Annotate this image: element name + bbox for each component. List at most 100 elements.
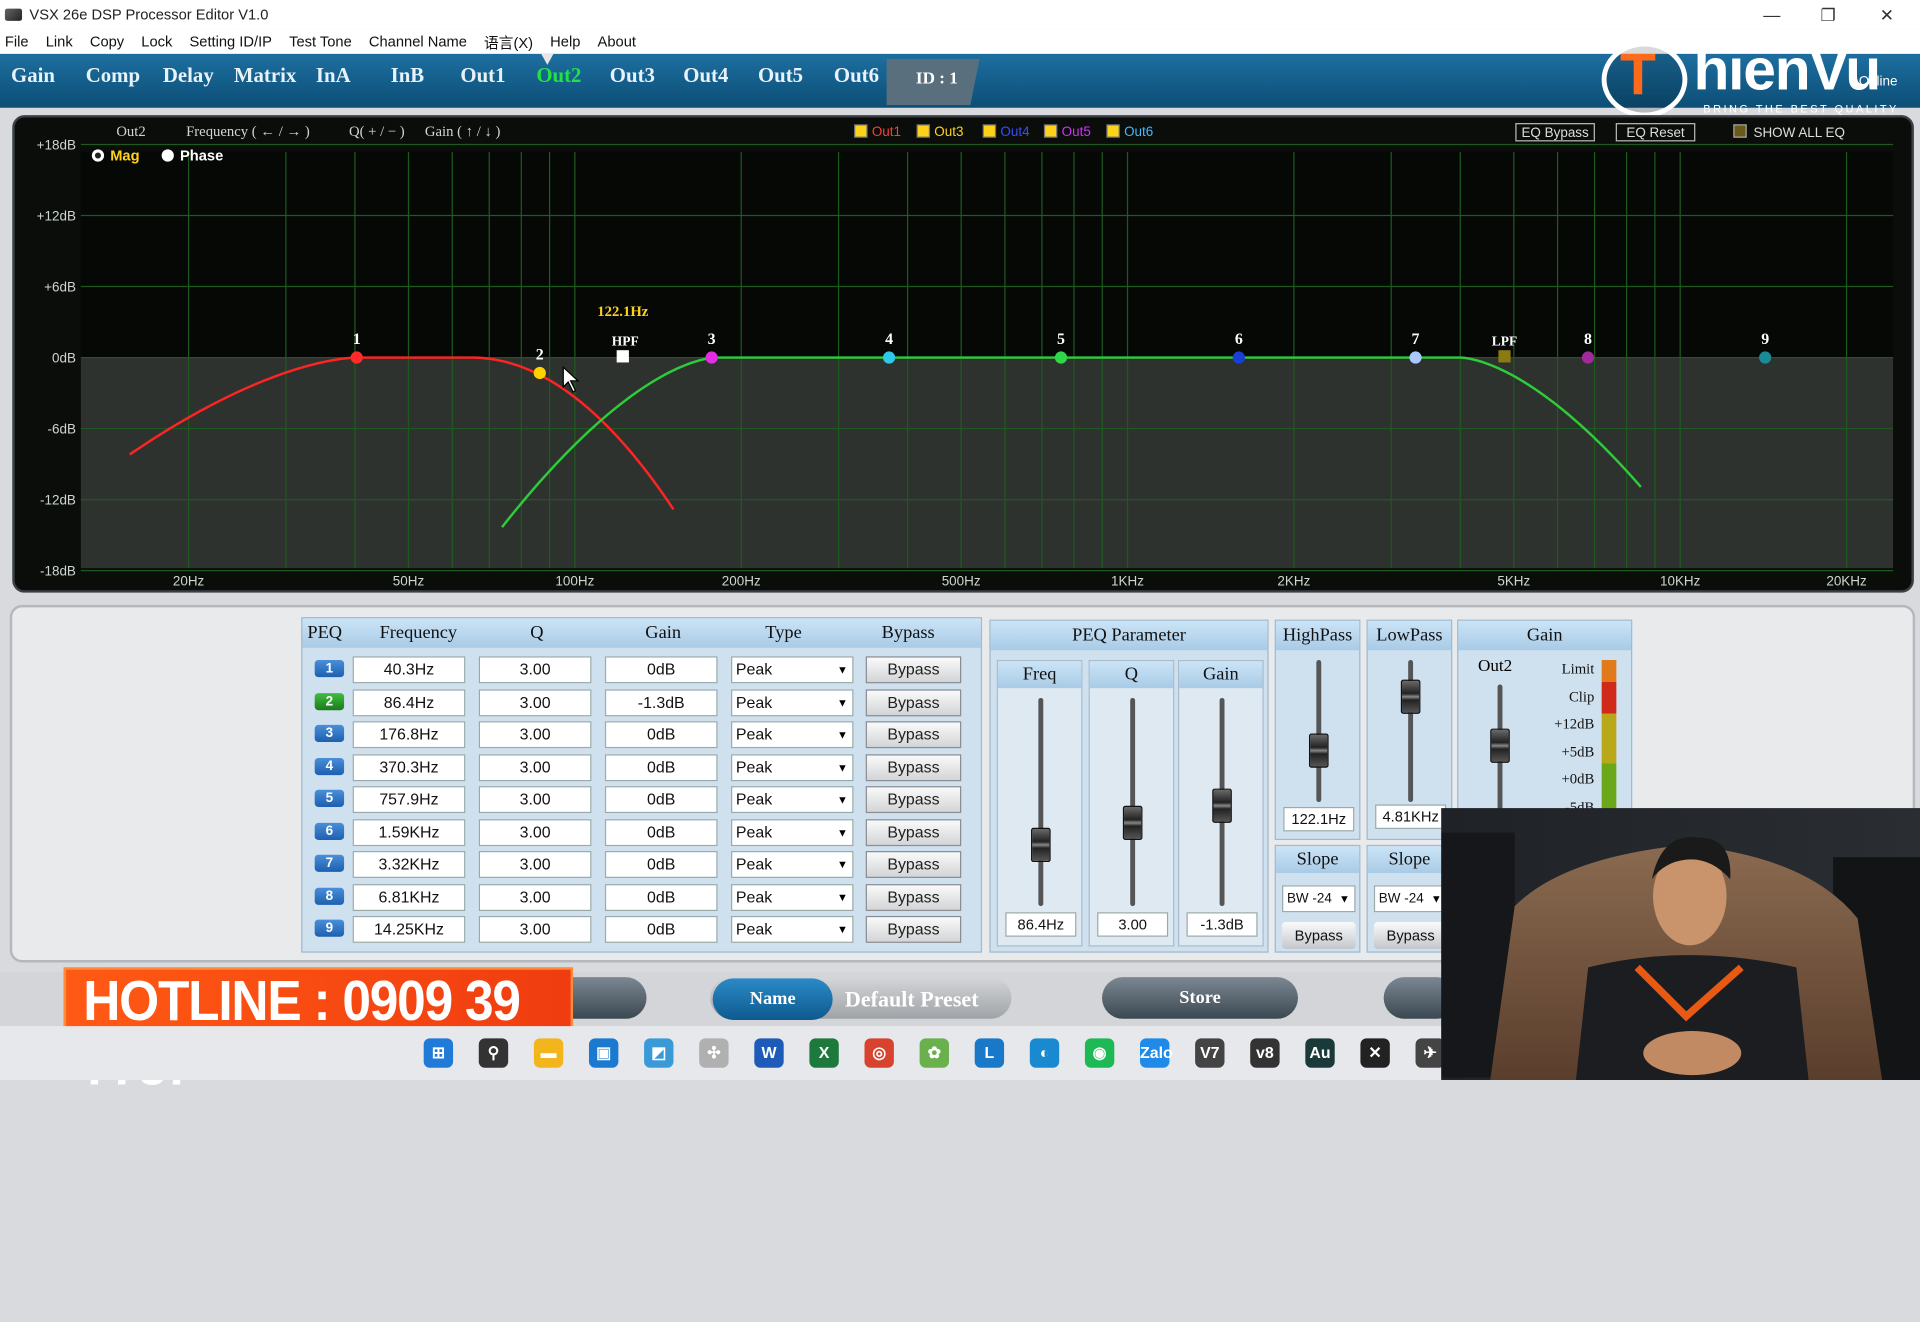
peq-frequency-field[interactable]: 1.59KHz: [352, 818, 466, 846]
audition-icon[interactable]: Au: [1305, 1038, 1335, 1068]
eq-response-graph[interactable]: +18dB +12dB +6dB 0dB -6dB -12dB -18dB 20Hz 50Hz 1…: [12, 115, 1914, 593]
windows-start-icon[interactable]: ⊞: [423, 1038, 454, 1068]
peq-gain-field[interactable]: 0dB: [604, 818, 718, 846]
tab-out3[interactable]: Out3: [610, 64, 655, 88]
peq-gain-field[interactable]: 0dB: [604, 851, 718, 878]
peq-frequency-field[interactable]: 14.25KHz: [352, 915, 466, 943]
peq-frequency-field[interactable]: 86.4Hz: [352, 688, 466, 716]
eq-point-5[interactable]: [1054, 351, 1068, 364]
peq-q-field[interactable]: 3.00: [478, 656, 592, 684]
eq-point-7[interactable]: [1409, 351, 1422, 364]
menu-item-0[interactable]: File: [5, 33, 29, 50]
eq-point-6[interactable]: [1232, 351, 1245, 364]
peq-gain-field[interactable]: -1.3dB: [604, 688, 718, 716]
menu-item-9[interactable]: About: [598, 33, 636, 50]
highpass-fader-knob[interactable]: [1308, 733, 1329, 768]
peq-bypass-button[interactable]: Bypass: [865, 753, 962, 781]
freq-fader-knob[interactable]: [1031, 827, 1051, 863]
peq-gain-field[interactable]: 0dB: [604, 915, 718, 943]
edge-icon[interactable]: ◐: [1029, 1038, 1060, 1068]
tab-inb[interactable]: InB: [391, 64, 425, 88]
peq-type-select[interactable]: Peak ▼: [731, 818, 854, 846]
tab-delay[interactable]: Delay: [163, 64, 214, 88]
peq-type-select[interactable]: Peak ▼: [731, 915, 854, 943]
tab-comp[interactable]: Comp: [86, 64, 140, 88]
peq-type-select[interactable]: Peak ▼: [731, 688, 854, 716]
peq-band-button[interactable]: 9: [314, 919, 345, 937]
store-button[interactable]: Store: [1102, 977, 1298, 1019]
eq-point-2[interactable]: [533, 366, 546, 380]
peq-band-button[interactable]: 7: [314, 854, 345, 872]
peq-type-select[interactable]: Peak ▼: [731, 753, 854, 781]
tab-out1[interactable]: Out1: [460, 64, 505, 88]
zalo-icon[interactable]: Zalo: [1140, 1038, 1173, 1068]
peq-bypass-button[interactable]: Bypass: [865, 883, 962, 911]
peq-band-button[interactable]: 1: [314, 660, 345, 678]
peq-bypass-button[interactable]: Bypass: [865, 786, 962, 814]
output-checkbox[interactable]: [1043, 124, 1058, 138]
excel-icon[interactable]: X: [809, 1038, 839, 1068]
menu-item-4[interactable]: Setting ID/IP: [189, 33, 272, 50]
v8-icon[interactable]: v8: [1250, 1038, 1280, 1068]
peq-bypass-button[interactable]: Bypass: [865, 721, 962, 749]
chrome-icon[interactable]: ◎: [864, 1038, 894, 1068]
q-value[interactable]: 3.00: [1097, 912, 1169, 937]
output-checkbox[interactable]: [916, 124, 931, 138]
peq-type-select[interactable]: Peak ▼: [731, 883, 854, 911]
eq-point-8[interactable]: [1581, 351, 1595, 364]
output-checkbox[interactable]: [1106, 124, 1120, 138]
highpass-value[interactable]: 122.1Hz: [1283, 806, 1355, 832]
peq-q-field[interactable]: 3.00: [478, 915, 592, 943]
output-checkbox[interactable]: [982, 124, 997, 138]
store-icon[interactable]: ▣: [588, 1038, 619, 1068]
menu-item-7[interactable]: 语言(X): [484, 31, 533, 52]
eq-reset-button[interactable]: EQ Reset: [1626, 125, 1685, 140]
lowpass-bypass-button[interactable]: Bypass: [1373, 922, 1448, 949]
lowpass-slope-select[interactable]: BW -24 ▼: [1373, 885, 1448, 913]
photos-icon[interactable]: ◩: [644, 1038, 674, 1068]
peq-q-field[interactable]: 3.00: [478, 851, 592, 878]
peq-frequency-field[interactable]: 370.3Hz: [352, 753, 466, 781]
peq-gain-field[interactable]: 0dB: [604, 786, 718, 814]
eq-point-1[interactable]: [350, 351, 363, 364]
peq-q-field[interactable]: 3.00: [478, 753, 592, 781]
eq-bypass-button[interactable]: EQ Bypass: [1521, 125, 1589, 140]
tab-out5[interactable]: Out5: [758, 64, 803, 88]
menu-item-6[interactable]: Channel Name: [369, 33, 467, 50]
app-green-icon[interactable]: ✿: [919, 1038, 949, 1068]
menu-item-1[interactable]: Link: [46, 33, 73, 50]
app-icon[interactable]: ✣: [699, 1038, 729, 1068]
peq-frequency-field[interactable]: 6.81KHz: [352, 883, 466, 911]
peq-q-field[interactable]: 3.00: [478, 786, 592, 814]
peq-band-button[interactable]: 3: [314, 724, 345, 743]
minimize-button[interactable]: —: [1744, 0, 1800, 29]
tab-out4[interactable]: Out4: [683, 64, 728, 88]
peq-q-field[interactable]: 3.00: [478, 818, 592, 846]
word-icon[interactable]: W: [754, 1038, 784, 1068]
tab-gain[interactable]: Gain: [11, 64, 55, 88]
peq-gain-field[interactable]: 0dB: [604, 753, 718, 781]
lowpass-fader-knob[interactable]: [1400, 679, 1421, 714]
peq-gain-field[interactable]: 0dB: [604, 721, 718, 749]
peq-bypass-button[interactable]: Bypass: [865, 688, 962, 716]
menu-item-2[interactable]: Copy: [90, 33, 124, 50]
tab-ina[interactable]: InA: [316, 64, 351, 88]
peq-bypass-button[interactable]: Bypass: [865, 915, 962, 943]
peq-type-select[interactable]: Peak ▼: [731, 656, 854, 684]
peq-q-field[interactable]: 3.00: [478, 883, 592, 911]
lpf-marker[interactable]: [1498, 350, 1511, 363]
peq-type-select[interactable]: Peak ▼: [731, 721, 854, 749]
eq-point-4[interactable]: [882, 351, 896, 364]
peq-bypass-button[interactable]: Bypass: [865, 656, 962, 684]
tab-matrix[interactable]: Matrix: [234, 64, 296, 88]
peq-band-button[interactable]: 4: [314, 757, 345, 775]
v7-icon[interactable]: V7: [1195, 1038, 1225, 1068]
tab-out6[interactable]: Out6: [834, 64, 879, 88]
menu-item-5[interactable]: Test Tone: [289, 33, 352, 50]
peq-band-button[interactable]: 5: [314, 789, 345, 807]
peq-type-select[interactable]: Peak ▼: [731, 851, 854, 878]
close-button[interactable]: ✕: [1859, 0, 1915, 29]
peq-gain-field[interactable]: 0dB: [604, 656, 718, 684]
eq-point-3[interactable]: [705, 351, 718, 364]
gain-fader-knob[interactable]: [1212, 788, 1232, 823]
